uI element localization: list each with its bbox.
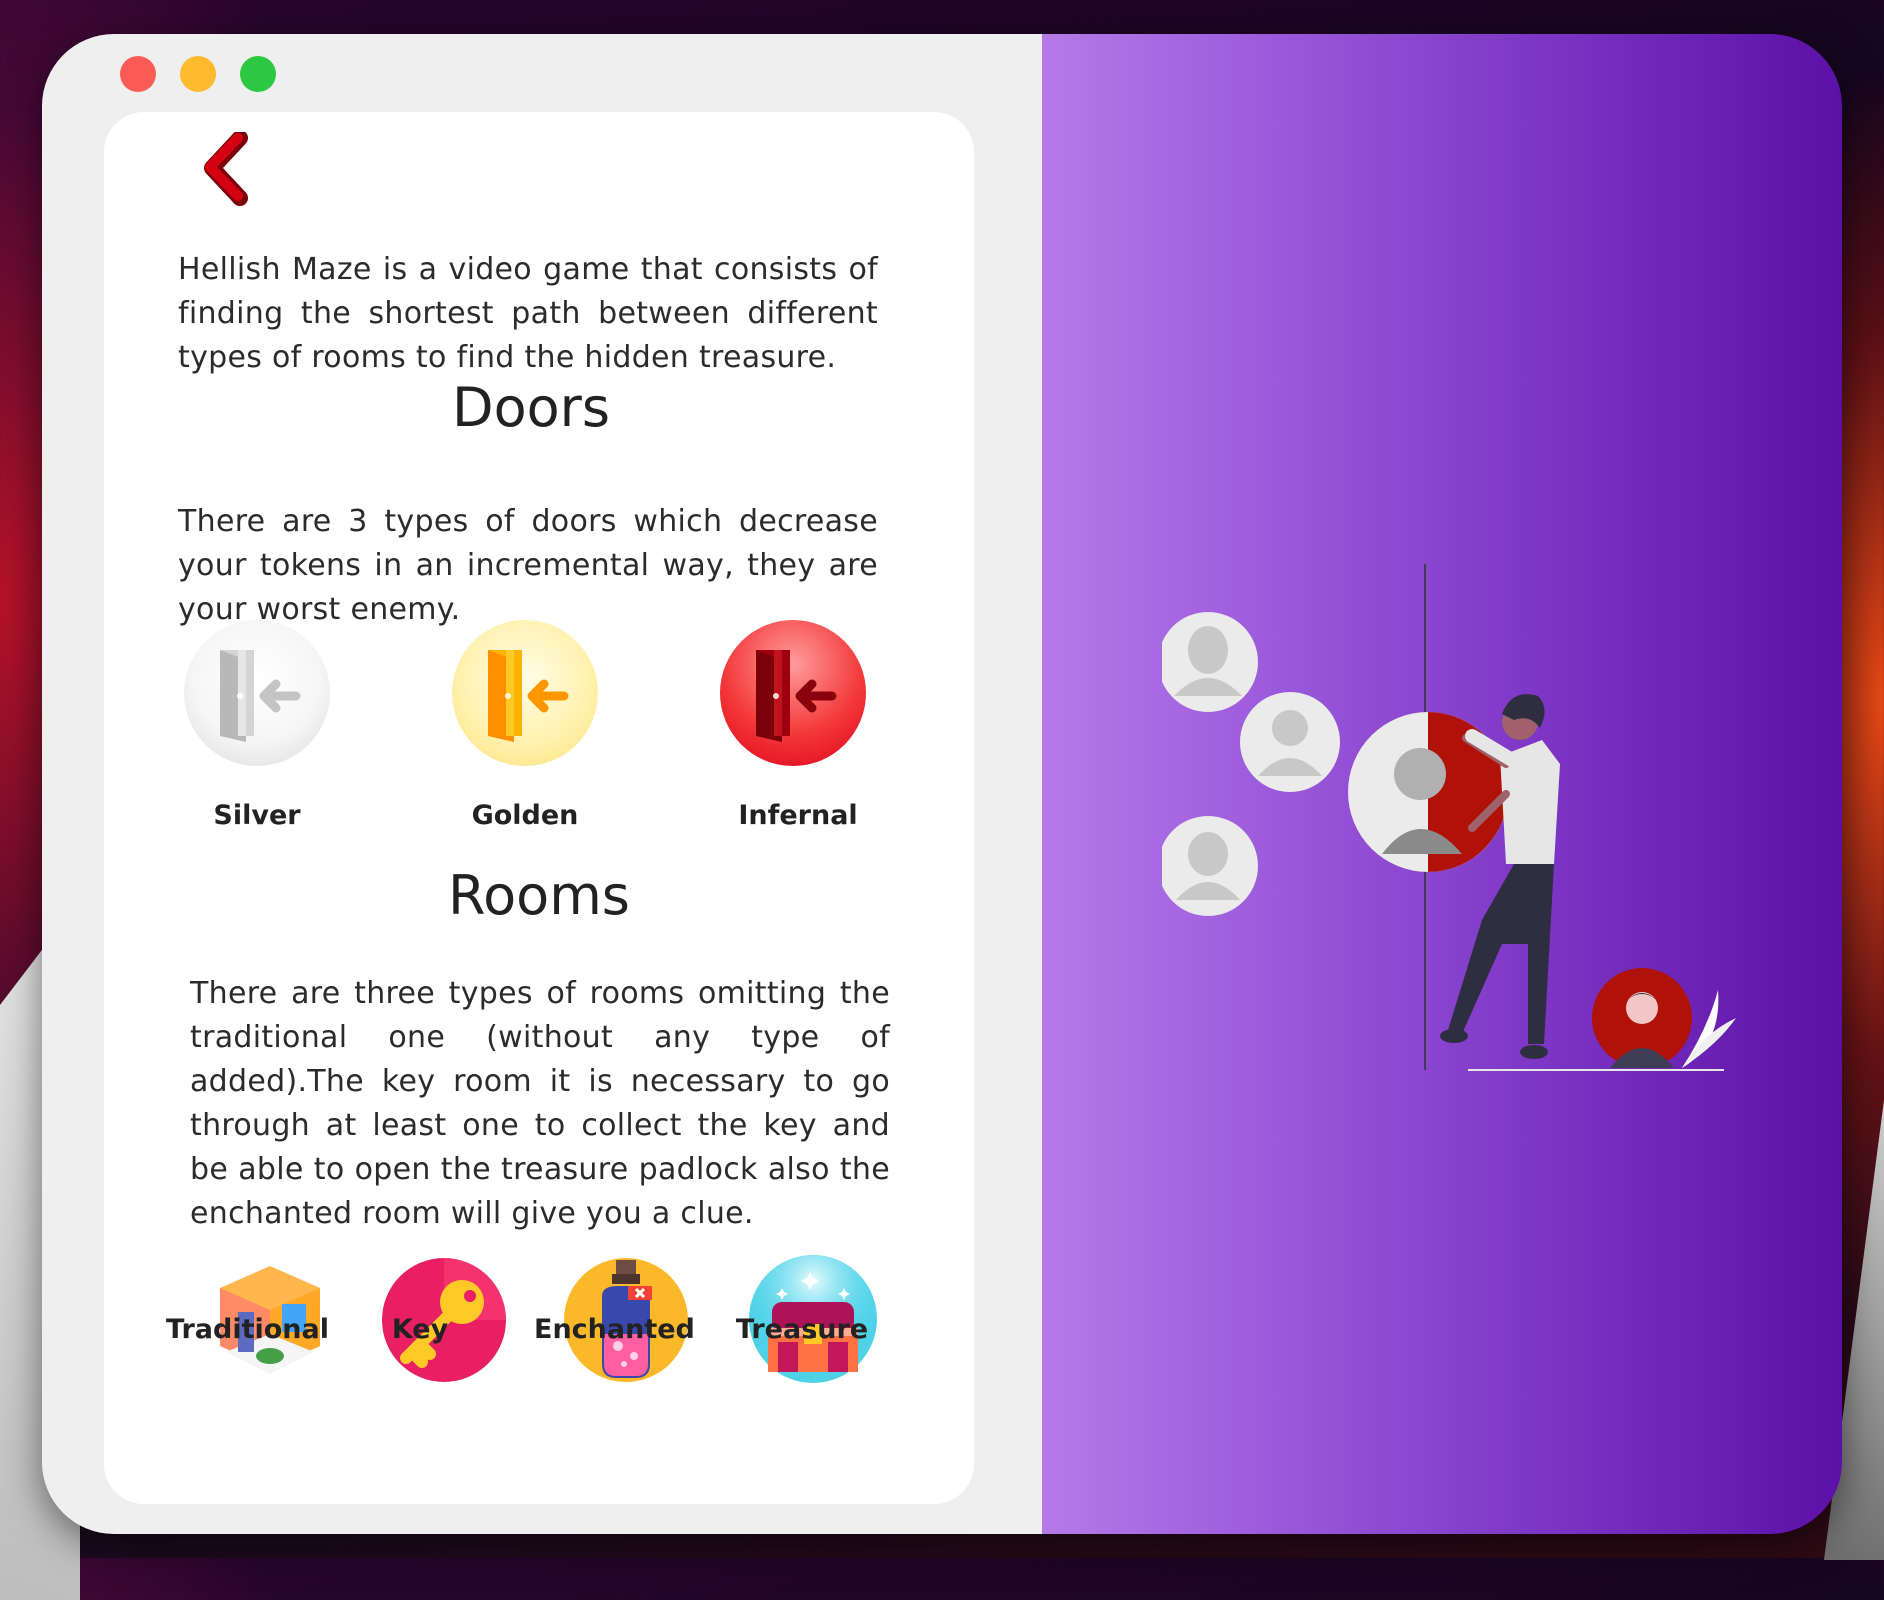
rooms-heading: Rooms bbox=[448, 864, 630, 927]
silver-label: Silver bbox=[213, 800, 301, 831]
user-avatar-icon bbox=[1240, 692, 1340, 792]
left-pane: Hellish Maze is a video game that consis… bbox=[42, 34, 1042, 1534]
chevron-left-icon bbox=[204, 130, 248, 206]
user-avatar-icon bbox=[1162, 612, 1258, 712]
maximize-button[interactable] bbox=[240, 56, 276, 92]
close-button[interactable] bbox=[120, 56, 156, 92]
infernal-label: Infernal bbox=[738, 800, 858, 831]
golden-door-icon bbox=[488, 650, 569, 742]
golden-door[interactable] bbox=[452, 620, 598, 766]
user-avatar-icon bbox=[1162, 816, 1258, 916]
doors-heading: Doors bbox=[452, 376, 610, 439]
silver-door[interactable] bbox=[184, 620, 330, 766]
key-label: Key bbox=[391, 1314, 449, 1345]
minimize-button[interactable] bbox=[180, 56, 216, 92]
golden-label: Golden bbox=[471, 800, 579, 831]
silver-door-icon bbox=[220, 650, 301, 742]
app-window: Hellish Maze is a video game that consis… bbox=[42, 34, 1842, 1534]
infernal-door[interactable] bbox=[720, 620, 866, 766]
back-button[interactable] bbox=[196, 130, 256, 212]
doors-description: There are 3 types of doors which decreas… bbox=[178, 504, 878, 627]
people-illustration bbox=[1162, 564, 1736, 1071]
info-card: Hellish Maze is a video game that consis… bbox=[104, 112, 974, 1504]
window-controls bbox=[120, 56, 276, 92]
traditional-label: Traditional bbox=[166, 1314, 329, 1345]
illustration-pane bbox=[1042, 34, 1842, 1534]
intro-text: Hellish Maze is a video game that consis… bbox=[178, 252, 878, 375]
infernal-door-icon bbox=[756, 650, 837, 742]
enchanted-label: Enchanted bbox=[534, 1314, 695, 1345]
treasure-label: Treasure bbox=[735, 1314, 869, 1345]
rooms-description: There are three types of rooms omitting … bbox=[190, 976, 890, 1231]
